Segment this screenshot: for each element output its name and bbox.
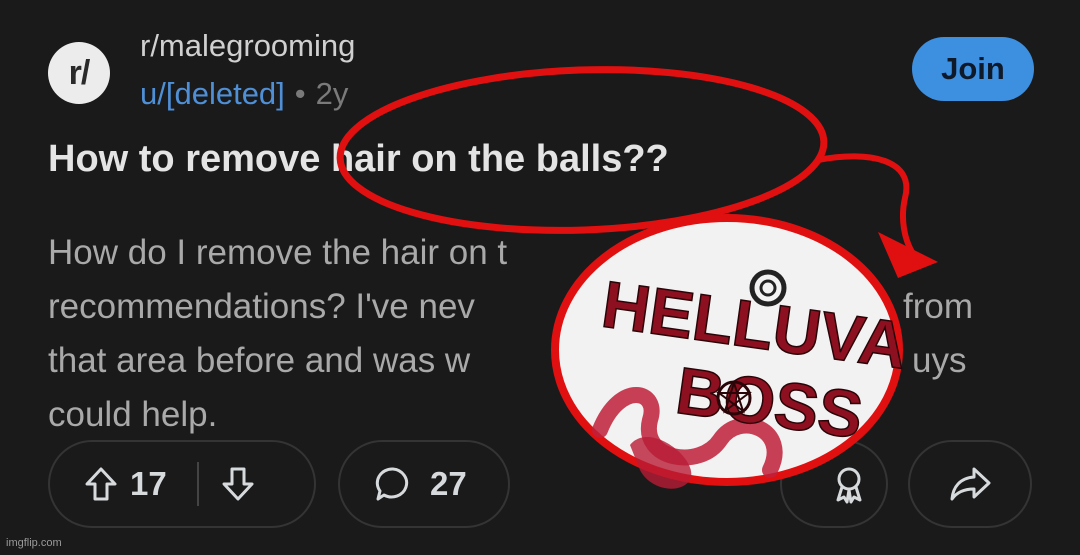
post-meta: u/[deleted] • 2y — [140, 76, 348, 112]
imgflip-watermark: imgflip.com — [6, 537, 62, 549]
award-button[interactable] — [780, 440, 888, 528]
join-button[interactable]: Join — [912, 37, 1034, 101]
post-age: 2y — [315, 76, 349, 111]
upvote-arrow-icon — [85, 467, 117, 501]
author-link[interactable]: u/[deleted] — [140, 76, 285, 111]
community-name[interactable]: r/malegrooming — [140, 28, 355, 64]
vote-divider — [196, 462, 199, 506]
post-body: How do I remove the hair on t recommenda… — [48, 226, 1008, 442]
vote-bar: 17 — [48, 440, 316, 528]
community-avatar[interactable]: r/ — [48, 42, 110, 104]
comment-bubble-icon — [375, 467, 409, 501]
share-arrow-icon — [950, 467, 991, 501]
downvote-arrow-icon — [222, 467, 254, 501]
downvote-button[interactable] — [221, 466, 255, 502]
comment-count: 27 — [430, 465, 467, 502]
body-line: that area before and was w — [48, 341, 471, 380]
share-button[interactable] — [908, 440, 1032, 528]
body-line: could help. — [48, 395, 218, 434]
meta-separator: • — [294, 76, 306, 111]
upvote-count: 17 — [130, 465, 167, 502]
body-line: How do I remove the hair on t — [48, 233, 508, 272]
comments-button[interactable]: 27 — [338, 440, 510, 528]
upvote-button[interactable] — [84, 466, 118, 502]
post-title[interactable]: How to remove hair on the balls?? — [48, 138, 669, 181]
reddit-post-card: r/ r/malegrooming u/[deleted] • 2y Join Ho… — [0, 0, 1080, 555]
body-fragment: uys — [912, 341, 967, 380]
body-fragment: from — [903, 287, 973, 326]
award-icon — [836, 467, 862, 504]
body-line: recommendations? I've nev — [48, 287, 475, 326]
